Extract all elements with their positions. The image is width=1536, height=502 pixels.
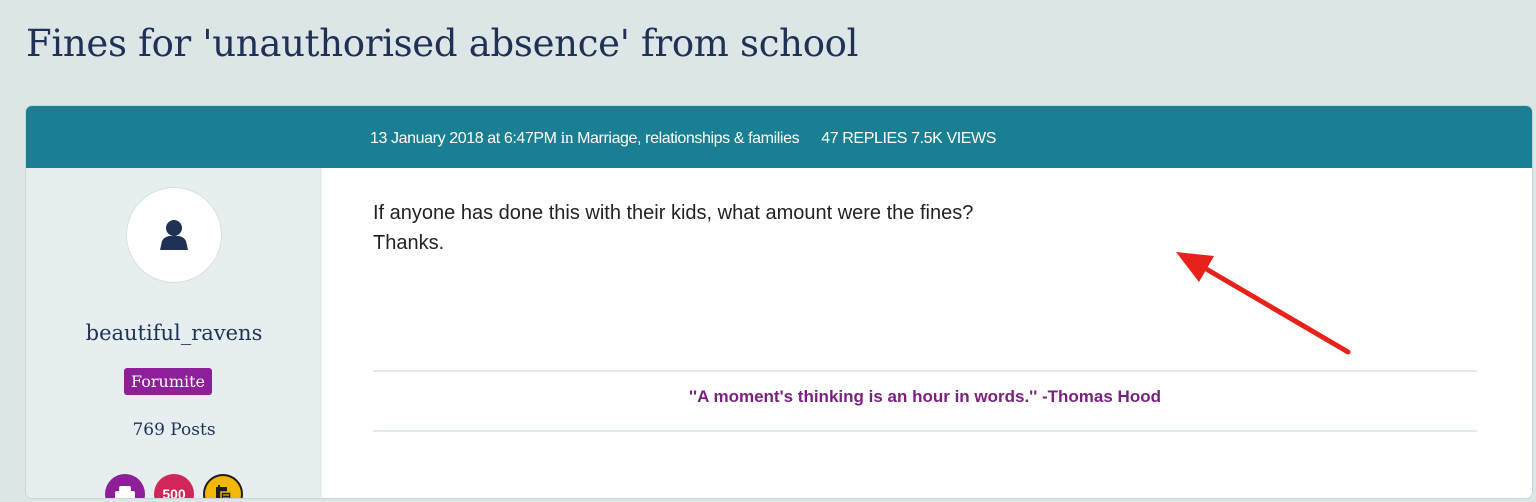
red-arrow-annotation (1176, 252, 1351, 355)
